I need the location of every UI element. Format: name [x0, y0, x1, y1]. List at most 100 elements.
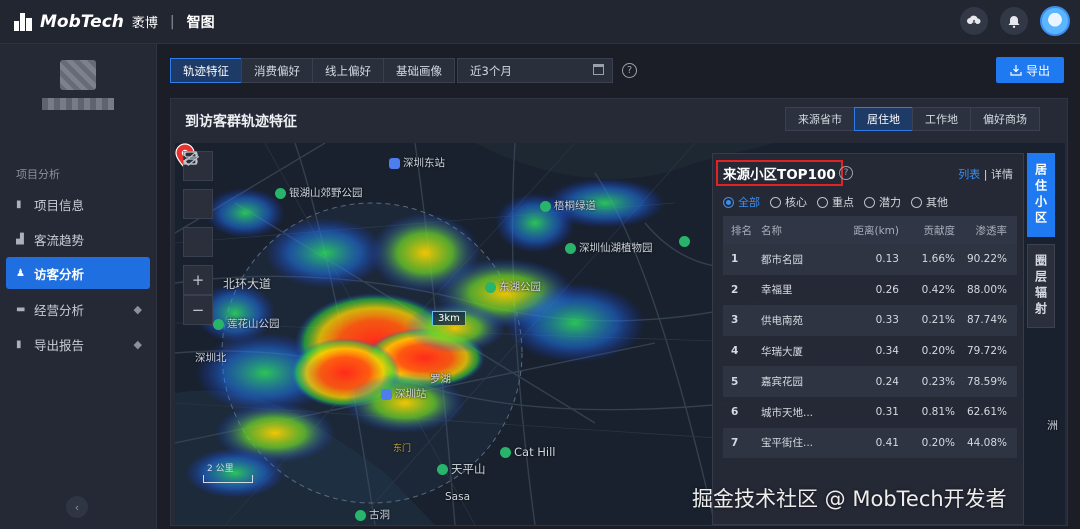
tab-consumption[interactable]: 消费偏好	[241, 58, 313, 83]
radius-badge: 3km	[432, 311, 466, 326]
tab-online[interactable]: 线上偏好	[312, 58, 384, 83]
table-row[interactable]: 2 幸福里 0.26 0.42% 88.00%	[723, 275, 1017, 306]
filter-other[interactable]: 其他	[911, 194, 948, 210]
collapse-sidebar-button[interactable]: ‹	[66, 496, 88, 518]
table-cell: 78.59%	[966, 375, 1007, 388]
bell-icon[interactable]	[1000, 7, 1028, 35]
table-cell: 6	[731, 406, 739, 419]
map-label-poi	[679, 235, 693, 247]
filter-key[interactable]: 重点	[817, 194, 854, 210]
table-cell: 88.00%	[966, 283, 1007, 296]
map-label-partial: 洲	[1047, 419, 1058, 432]
fullscreen-icon[interactable]	[183, 151, 213, 257]
scale-bar	[203, 475, 253, 483]
map-label-lianhua: 莲花山公园	[213, 316, 280, 331]
filter-potential[interactable]: 潜力	[864, 194, 901, 210]
detail-link[interactable]: 详情	[991, 168, 1013, 181]
sidebar-item-export-report[interactable]: ▮ 导出报告 ◆	[6, 328, 150, 360]
map-label-shenzhen-station: 深圳站	[381, 386, 427, 401]
calendar-icon	[593, 64, 604, 75]
filter-radios: 全部 核心 重点 潜力 其他	[723, 194, 948, 210]
export-label: 导出	[1025, 63, 1050, 78]
table-cell: 0.26	[875, 283, 899, 296]
sidebar-item-visitor-analysis[interactable]: ♟ 访客分析	[6, 257, 150, 289]
sidebar-item-business-analysis[interactable]: ▬ 经营分析 ◆	[6, 293, 150, 325]
folder-icon: ▬	[16, 303, 26, 315]
brand-logo[interactable]: MobTech 袤博 | 智图	[14, 12, 215, 32]
zoom-in-icon[interactable]: +	[183, 265, 213, 295]
sidebar: 项目分析 ▮ 项目信息 ▟ 客流趋势 ♟ 访客分析 ▬ 经营分析 ◆ ▮ 导出报…	[0, 44, 157, 529]
sidebar-item-project-info[interactable]: ▮ 项目信息	[6, 188, 150, 220]
panel-title: 到访客群轨迹特征	[185, 114, 297, 130]
view-tabs: 来源省市 居住地 工作地 偏好商场	[785, 107, 1040, 131]
sidebar-item-label: 客流趋势	[34, 232, 85, 248]
brand-separator: |	[169, 13, 175, 30]
date-range-select[interactable]: 近3个月	[457, 58, 613, 83]
download-icon	[1010, 65, 1022, 76]
tab-profile[interactable]: 基础画像	[383, 58, 455, 83]
logo-mark-icon	[14, 12, 34, 31]
table-cell: 华瑞大厦	[761, 345, 803, 358]
table-cell: 0.41	[875, 436, 899, 449]
table-row[interactable]: 6 城市天地... 0.31 0.81% 62.61%	[723, 397, 1017, 428]
source-table: 排名 名称 距离(km) 贡献度 渗透率 1 都市名园 0.13 1.66% 90.22…	[723, 216, 1017, 459]
link-separator: |	[983, 168, 988, 181]
table-cell: 1.66%	[921, 253, 955, 266]
product-name: 智图	[186, 14, 215, 31]
table-cell: 87.74%	[966, 314, 1007, 327]
trajectory-panel: 到访客群轨迹特征 来源省市 居住地 工作地 偏好商场 深圳东站 银湖山郊野公园 …	[170, 98, 1068, 526]
map-label-dongmen: 东门	[393, 444, 412, 454]
cloud-download-icon[interactable]	[960, 7, 988, 35]
map-label-tianping: 天平山	[437, 461, 486, 477]
sidebar-item-label: 导出报告	[34, 337, 85, 353]
list-link[interactable]: 列表	[958, 168, 980, 181]
table-cell: 0.81%	[921, 406, 955, 419]
filter-core[interactable]: 核心	[770, 194, 807, 210]
heat-map[interactable]: 深圳东站 银湖山郊野公园 梧桐绿道 深圳仙湖植物园 北环大道 东湖公园 莲花山公…	[175, 143, 1065, 525]
export-button[interactable]: 导出	[996, 57, 1064, 83]
diamond-icon: ◆	[133, 337, 142, 351]
tab-preferred-mall[interactable]: 偏好商场	[970, 107, 1040, 131]
table-cell: 0.31	[875, 406, 899, 419]
table-cell: 幸福里	[761, 284, 793, 297]
scale-label: 2 公里	[207, 464, 234, 474]
table-cell: 供电南苑	[761, 314, 803, 327]
help-icon[interactable]: ?	[622, 63, 637, 78]
tab-residential-community[interactable]: 居住小区	[1027, 153, 1055, 237]
source-community-list: 来源小区TOP100 ? 列表 | 详情 全部 核心 重点 潜力 其他 排名 名…	[712, 153, 1024, 525]
brand-sub: 袤博	[131, 16, 158, 31]
tab-radiation-layer[interactable]: 圈层辐射	[1027, 244, 1055, 328]
table-row[interactable]: 1 都市名园 0.13 1.66% 90.22%	[723, 244, 1017, 275]
user-avatar[interactable]	[60, 60, 96, 90]
tab-residence[interactable]: 居住地	[854, 107, 913, 131]
table-row[interactable]: 4 华瑞大厦 0.34 0.20% 79.72%	[723, 336, 1017, 367]
table-cell: 都市名园	[761, 253, 803, 266]
table-cell: 5	[731, 375, 739, 388]
date-range-value: 近3个月	[470, 63, 512, 78]
table-row[interactable]: 3 供电南苑 0.33 0.21% 87.74%	[723, 305, 1017, 336]
filter-all[interactable]: 全部	[723, 194, 760, 210]
tab-source-province[interactable]: 来源省市	[785, 107, 855, 131]
table-cell: 0.23%	[921, 375, 955, 388]
tab-workplace[interactable]: 工作地	[912, 107, 971, 131]
sidebar-item-traffic-trend[interactable]: ▟ 客流趋势	[6, 223, 150, 255]
table-cell: 44.08%	[966, 436, 1007, 449]
map-tools: + −	[183, 151, 213, 325]
tab-trajectory[interactable]: 轨迹特征	[170, 58, 242, 83]
help-icon[interactable]: ?	[839, 166, 853, 180]
layers-icon[interactable]	[183, 151, 213, 219]
avatar[interactable]	[1040, 6, 1070, 36]
table-row[interactable]: 5 嘉宾花园 0.24 0.23% 78.59%	[723, 366, 1017, 397]
table-cell: 0.34	[875, 345, 899, 358]
map-label-shenzhen-north: 深圳北	[195, 352, 227, 364]
map-label-beihuan: 北环大道	[223, 277, 272, 291]
map-label-xianhu: 深圳仙湖植物园	[565, 240, 653, 255]
table-cell: 城市天地...	[761, 406, 814, 419]
table-cell: 3	[731, 314, 739, 327]
zoom-out-icon[interactable]: −	[183, 295, 213, 325]
table-cell: 0.21%	[921, 314, 955, 327]
diamond-icon: ◆	[133, 302, 142, 316]
table-row[interactable]: 7 宝平街住... 0.41 0.20% 44.08%	[723, 427, 1017, 459]
sidebar-item-label: 经营分析	[34, 302, 85, 318]
top-bar: MobTech 袤博 | 智图	[0, 0, 1080, 44]
